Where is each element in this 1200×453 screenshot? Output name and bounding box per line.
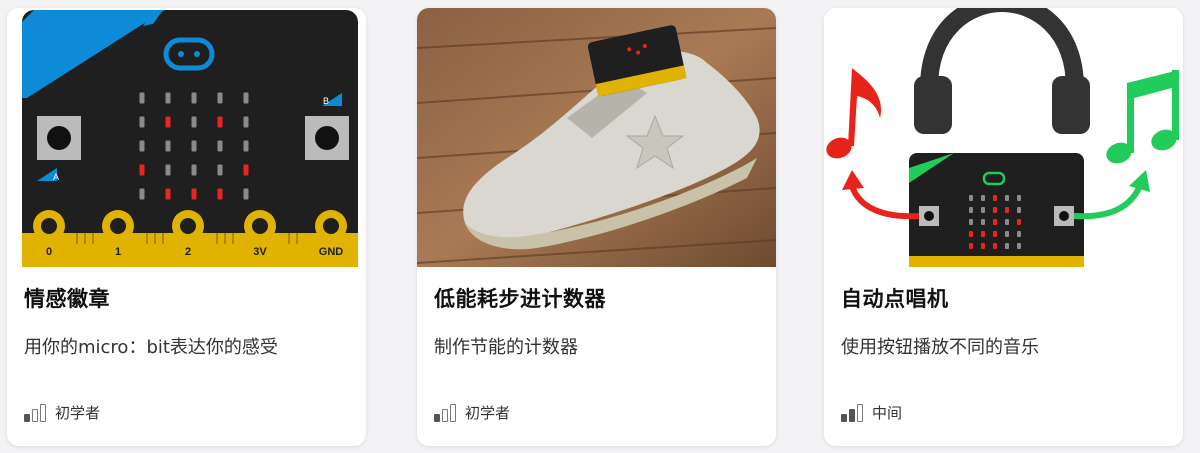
difficulty-bars-icon [434, 403, 456, 422]
pin-label-0: 0 [46, 246, 52, 258]
led [165, 140, 171, 152]
led [139, 92, 145, 104]
led [217, 116, 223, 128]
project-card-step-counter[interactable]: 低能耗步进计数器 制作节能的计数器 初学者 [417, 8, 776, 446]
led [1005, 195, 1009, 201]
difficulty-label: 中间 [872, 404, 903, 422]
led [1005, 219, 1009, 225]
difficulty-level: 中间 [841, 402, 902, 423]
difficulty-label: 初学者 [55, 404, 101, 422]
led [1017, 243, 1021, 249]
led [139, 188, 145, 200]
pin-label-gnd: GND [319, 246, 344, 258]
pin-label-2: 2 [185, 246, 191, 258]
led [981, 231, 985, 237]
led [969, 231, 973, 237]
led [139, 140, 145, 152]
card-title: 自动点唱机 [841, 287, 949, 311]
led [993, 207, 997, 213]
difficulty-label: 初学者 [465, 404, 511, 422]
card-description: 用你的micro：bit表达你的感受 [24, 337, 278, 358]
led [243, 140, 249, 152]
led [139, 164, 145, 176]
led [217, 140, 223, 152]
led [165, 164, 171, 176]
led [993, 243, 997, 249]
card-title: 情感徽章 [24, 287, 110, 311]
led [191, 92, 197, 104]
card-title: 低能耗步进计数器 [434, 287, 606, 311]
led [165, 188, 171, 200]
led [981, 207, 985, 213]
led [969, 207, 973, 213]
led [243, 188, 249, 200]
led [1005, 231, 1009, 237]
led [993, 219, 997, 225]
led [217, 188, 223, 200]
led [969, 243, 973, 249]
card-description: 制作节能的计数器 [434, 337, 578, 358]
led [191, 188, 197, 200]
led [981, 195, 985, 201]
pin-label-3v: 3V [253, 246, 267, 258]
led [165, 92, 171, 104]
card-description: 使用按钮播放不同的音乐 [841, 337, 1039, 358]
difficulty-bars-icon [24, 403, 46, 422]
led [191, 140, 197, 152]
led [969, 219, 973, 225]
led [1017, 231, 1021, 237]
pin-label-1: 1 [115, 246, 121, 258]
difficulty-level: 初学者 [434, 402, 510, 423]
led [217, 92, 223, 104]
led [969, 195, 973, 201]
led [993, 231, 997, 237]
led [1017, 195, 1021, 201]
led [243, 116, 249, 128]
project-card-emotion-badge[interactable]: A B 0 1 2 3V GND 情感徽章 用你的micro：bit表达你的感受… [7, 8, 366, 446]
led [1017, 219, 1021, 225]
led [1017, 207, 1021, 213]
card-image-shoe [417, 8, 776, 267]
led [1005, 243, 1009, 249]
project-card-jukebox[interactable]: 自动点唱机 使用按钮播放不同的音乐 中间 [824, 8, 1183, 446]
card-image-microbit: A B 0 1 2 3V GND [7, 8, 366, 267]
led [1005, 207, 1009, 213]
button-a-label: A [53, 172, 59, 182]
led [217, 164, 223, 176]
difficulty-bars-icon [841, 403, 863, 422]
led [191, 164, 197, 176]
button-b-label: B [323, 96, 329, 106]
led [165, 116, 171, 128]
led [981, 219, 985, 225]
led [191, 116, 197, 128]
led [993, 195, 997, 201]
card-image-jukebox [824, 8, 1183, 267]
difficulty-level: 初学者 [24, 402, 100, 423]
led [243, 164, 249, 176]
led [981, 243, 985, 249]
led [139, 116, 145, 128]
led [243, 92, 249, 104]
